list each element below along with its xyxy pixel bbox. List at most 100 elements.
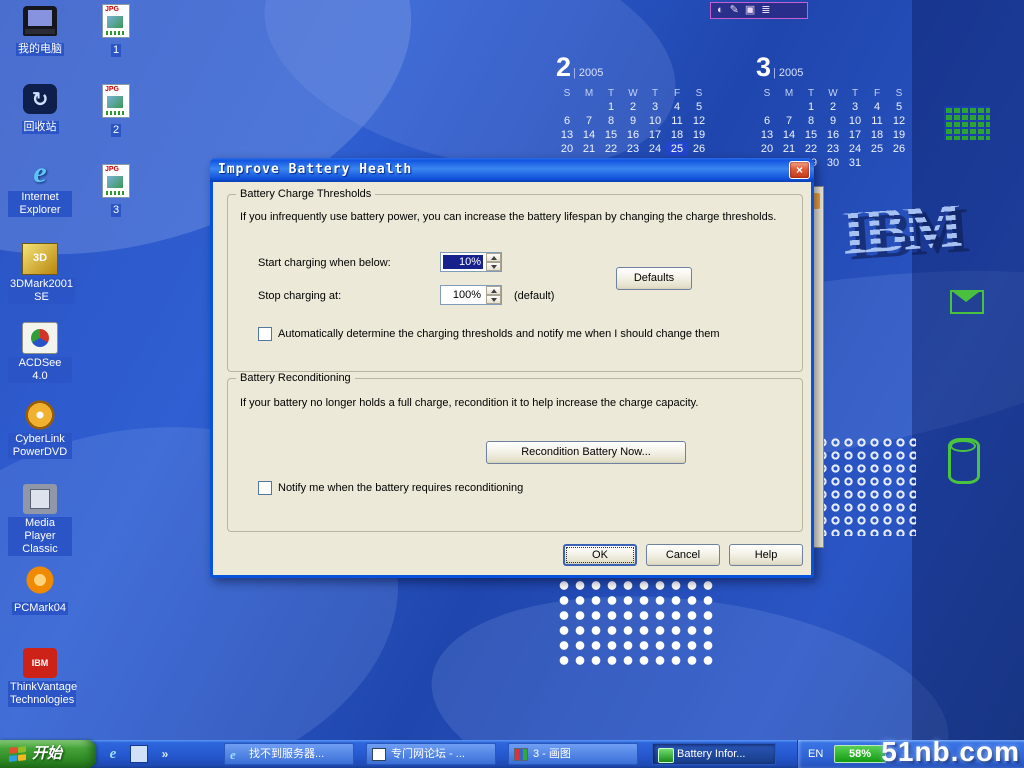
- cancel-button[interactable]: Cancel: [646, 544, 720, 566]
- spin-down-icon[interactable]: [486, 295, 501, 304]
- auto-thresholds-label: Automatically determine the charging thr…: [278, 328, 719, 340]
- calendar-day: 12: [688, 114, 710, 128]
- calendar-day: 11: [866, 114, 888, 128]
- desktop-icon-file-3[interactable]: JPG 3: [88, 164, 144, 218]
- calendar-weekday: F: [866, 87, 888, 100]
- calendar-day: 9: [622, 114, 644, 128]
- group-title: Battery Reconditioning: [236, 372, 355, 384]
- calendar-day: [778, 100, 800, 114]
- battery-charge-thresholds-group: Battery Charge Thresholds If you infrequ…: [227, 194, 803, 372]
- default-note: (default): [514, 290, 554, 302]
- thinkvantage-icon: IBM: [23, 648, 57, 678]
- language-indicator[interactable]: EN: [808, 747, 823, 761]
- desktop-icon-recycle-bin[interactable]: ↻ 回收站: [8, 84, 72, 135]
- auto-thresholds-checkbox[interactable]: [258, 327, 272, 341]
- hollow-dots-pattern: [816, 436, 916, 536]
- ok-button[interactable]: OK: [563, 544, 637, 566]
- start-threshold-value[interactable]: 10%: [443, 255, 483, 269]
- calendar-day: 19: [888, 128, 910, 142]
- desktop-icon-pcmark04[interactable]: PCMark04: [8, 565, 72, 616]
- task-button-forum[interactable]: 专门网论坛 - ...: [366, 743, 496, 765]
- desktop-icon-powerdvd[interactable]: CyberLink PowerDVD: [8, 400, 72, 460]
- calendar-day: 13: [556, 128, 578, 142]
- defaults-button[interactable]: Defaults: [616, 267, 692, 290]
- calendar-day: [556, 100, 578, 114]
- calendar-day: 25: [866, 142, 888, 156]
- recondition-battery-button[interactable]: Recondition Battery Now...: [486, 441, 686, 464]
- calendar-day: 23: [622, 142, 644, 156]
- dialog-title-bar[interactable]: Improve Battery Health ×: [210, 158, 814, 182]
- calendar-day: 17: [844, 128, 866, 142]
- calendar-day: 20: [756, 142, 778, 156]
- jpg-thumbnail: [107, 96, 123, 108]
- desktop-icon-3dmark2001[interactable]: 3D 3DMark2001 SE: [8, 243, 72, 305]
- calendar-day: 14: [778, 128, 800, 142]
- icon-label: Internet Explorer: [8, 191, 72, 217]
- stop-threshold-value[interactable]: 100%: [443, 288, 483, 302]
- desktop-icon-file-1[interactable]: JPG 1: [88, 4, 144, 58]
- spin-up-icon[interactable]: [486, 253, 501, 262]
- task-button-server-not-found[interactable]: e 找不到服务器...: [224, 743, 354, 765]
- calendar-day: 2: [822, 100, 844, 114]
- quicklaunch-ie-icon[interactable]: e: [104, 745, 122, 763]
- calendar-day: 18: [666, 128, 688, 142]
- desktop-icon-file-2[interactable]: JPG 2: [88, 84, 144, 138]
- desktop-icon-acdsee[interactable]: ACDSee 4.0: [8, 322, 72, 384]
- acdsee-icon: [22, 322, 58, 354]
- task-label: 找不到服务器...: [249, 748, 324, 760]
- battery-icon: [658, 748, 674, 763]
- calendar-day: 4: [866, 100, 888, 114]
- toolbar-pen-icon[interactable]: ✎: [730, 3, 739, 18]
- jpg-thumbnail: [107, 176, 123, 188]
- quicklaunch-chevron-icon[interactable]: »: [156, 745, 174, 763]
- start-label: 开始: [32, 745, 62, 762]
- calendar-day: 25: [666, 142, 688, 156]
- calendar-weekday: S: [688, 87, 710, 100]
- calendar-day: [888, 156, 910, 170]
- calendar-grid: SMTWTFS123456789101112131415161718192021…: [556, 87, 710, 156]
- calendar-day: 10: [844, 114, 866, 128]
- calendar-day: 13: [756, 128, 778, 142]
- spin-down-icon[interactable]: [486, 262, 501, 271]
- calendar-day: 21: [778, 142, 800, 156]
- icon-label: Media Player Classic: [8, 517, 72, 556]
- calendar-weekday: S: [556, 87, 578, 100]
- dialog-title: Improve Battery Health: [218, 162, 412, 178]
- help-button[interactable]: Help: [729, 544, 803, 566]
- close-icon[interactable]: ×: [789, 161, 810, 179]
- calendar-day: 8: [600, 114, 622, 128]
- auto-thresholds-checkbox-row[interactable]: Automatically determine the charging thr…: [258, 327, 788, 341]
- media-player-classic-icon: [23, 484, 57, 514]
- jpg-thumbnail: [107, 16, 123, 28]
- calendar-day: 5: [688, 100, 710, 114]
- calendar-day: 26: [688, 142, 710, 156]
- task-label: Battery Infor...: [677, 748, 745, 760]
- start-threshold-spinner[interactable]: 10%: [440, 252, 502, 272]
- ie-page-icon: e: [230, 748, 244, 761]
- notify-reconditioning-checkbox-row[interactable]: Notify me when the battery requires reco…: [258, 481, 788, 495]
- desktop-icon-media-player-classic[interactable]: Media Player Classic: [8, 484, 72, 557]
- jpg-file-icon: JPG: [102, 164, 130, 198]
- spin-up-icon[interactable]: [486, 286, 501, 295]
- stop-threshold-spinner[interactable]: 100%: [440, 285, 502, 305]
- desktop-icon-thinkvantage[interactable]: IBM ThinkVantage Technologies: [8, 648, 72, 708]
- desktop-icon-internet-explorer[interactable]: e Internet Explorer: [8, 158, 72, 218]
- notify-reconditioning-checkbox[interactable]: [258, 481, 272, 495]
- task-button-battery-information[interactable]: Battery Infor...: [652, 743, 776, 765]
- toolbar-lines-icon[interactable]: ≣: [761, 3, 770, 18]
- quicklaunch-desktop-icon[interactable]: [130, 745, 148, 763]
- icon-label: CyberLink PowerDVD: [8, 433, 72, 459]
- icon-label: ACDSee 4.0: [8, 357, 72, 383]
- task-button-paint[interactable]: 3 - 画图: [508, 743, 638, 765]
- desktop: IBM IBM ◐ ✎ ▣ ≣ 22005 SMTWTFS12345678910…: [0, 0, 1024, 768]
- calendar-day: 8: [800, 114, 822, 128]
- calendar-weekday: W: [622, 87, 644, 100]
- toolbar-glyph-icon[interactable]: ◐: [717, 3, 724, 18]
- calendar-day: 14: [578, 128, 600, 142]
- pcmark-icon: [23, 565, 57, 595]
- desktop-icon-my-computer[interactable]: 我的电脑: [8, 6, 72, 57]
- battery-percent-indicator[interactable]: 58%: [834, 745, 886, 763]
- 3dmark-icon: 3D: [22, 243, 58, 275]
- start-button[interactable]: 开始: [0, 740, 96, 768]
- toolbar-box-icon[interactable]: ▣: [745, 3, 755, 18]
